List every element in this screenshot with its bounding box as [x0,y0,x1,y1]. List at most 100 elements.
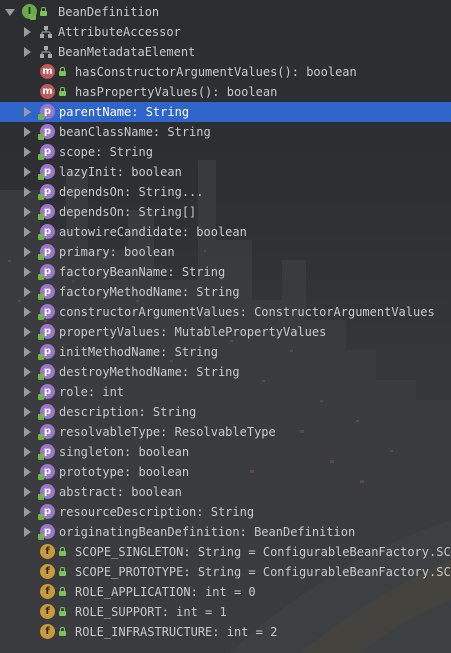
tree-item-property[interactable]: p autowireCandidate: boolean [0,222,451,242]
tree-item-field[interactable]: f ROLE_INFRASTRUCTURE: int = 2 [0,622,451,642]
tree-item-label: originatingBeanDefinition: BeanDefinitio… [59,525,356,539]
tree-item-label: hasConstructorArgumentValues(): boolean [75,65,357,79]
accessor-marker-icon [38,254,44,260]
tree-item-label: primary: boolean [59,245,175,259]
tree-item-property[interactable]: p constructorArgumentValues: ConstructorA… [0,302,451,322]
tree-item-property[interactable]: p originatingBeanDefinition: BeanDefiniti… [0,522,451,542]
tree-item-field[interactable]: f SCOPE_PROTOTYPE: String = ConfigurableB… [0,562,451,582]
public-visibility-icon [59,67,66,76]
expand-arrow-icon[interactable] [24,327,31,337]
tree-item-label: description: String [59,405,197,419]
tree-item-property[interactable]: p factoryMethodName: String [0,282,451,302]
method-icon: m [40,64,55,79]
tree-item-property[interactable]: p description: String [0,402,451,422]
expand-arrow-icon[interactable] [24,427,31,437]
tree-item-property[interactable]: p role: int [0,382,451,402]
expand-arrow-icon[interactable] [24,187,31,197]
tree-item-label: BeanDefinition [58,5,160,19]
tree-item-property[interactable]: p dependsOn: String... [0,182,451,202]
field-icon: f [40,584,55,599]
expand-arrow-icon[interactable] [24,367,31,377]
accessor-marker-icon [38,234,44,240]
tree-item-method[interactable]: m hasConstructorArgumentValues(): boolea… [0,62,451,82]
public-visibility-icon [59,87,66,96]
tree-item-label: resolvableType: ResolvableType [59,425,276,439]
public-visibility-icon [40,7,47,16]
tree-item-label: factoryMethodName: String [59,285,240,299]
tree-item-property[interactable]: p dependsOn: String[] [0,202,451,222]
tree-item-label: ROLE_APPLICATION: int = 0 [75,585,256,599]
tree-item-property[interactable]: p resolvableType: ResolvableType [0,422,451,442]
tree-item-property[interactable]: p lazyInit: boolean [0,162,451,182]
accessor-marker-icon [38,474,44,480]
expand-arrow-icon[interactable] [24,527,31,537]
tree-item-property[interactable]: p resourceDescription: String [0,502,451,522]
accessor-marker-icon [38,354,44,360]
expand-arrow-icon[interactable] [24,27,31,37]
expand-arrow-icon[interactable] [24,227,31,237]
expand-arrow-icon[interactable] [24,387,31,397]
tree-item-supertype[interactable]: BeanMetadataElement [0,42,451,62]
tree-item-property[interactable]: p scope: String [0,142,451,162]
tree-item-supertype[interactable]: AttributeAccessor [0,22,451,42]
expand-arrow-icon[interactable] [24,167,31,177]
tree-item-label: AttributeAccessor [58,25,181,39]
public-visibility-icon [59,607,66,616]
tree-item-label: singleton: boolean [59,445,190,459]
tree-item-label: factoryBeanName: String [59,265,226,279]
public-visibility-icon [59,587,66,596]
expand-arrow-icon[interactable] [24,147,31,157]
tree-item-property[interactable]: p propertyValues: MutablePropertyValues [0,322,451,342]
tree-item-property[interactable]: p factoryBeanName: String [0,262,451,282]
tree-item-property[interactable]: p abstract: boolean [0,482,451,502]
expand-arrow-icon[interactable] [24,507,31,517]
accessor-marker-icon [38,134,44,140]
tree-item-field[interactable]: f ROLE_SUPPORT: int = 1 [0,602,451,622]
tree-item-property[interactable]: p parentName: String [0,102,451,122]
field-icon: f [40,624,55,639]
tree-item-field[interactable]: f SCOPE_SINGLETON: String = ConfigurableB… [0,542,451,562]
expand-arrow-icon[interactable] [24,107,31,117]
accessor-marker-icon [38,534,44,540]
accessor-marker-icon [38,434,44,440]
expand-arrow-icon[interactable] [24,267,31,277]
tree-item-label: destroyMethodName: String [59,365,240,379]
expand-arrow-icon[interactable] [24,247,31,257]
tree-item-property[interactable]: p initMethodName: String [0,342,451,362]
tree-root-row[interactable]: I BeanDefinition [0,2,451,22]
accessor-marker-icon [38,394,44,400]
expand-arrow-icon[interactable] [24,487,31,497]
expand-arrow-icon[interactable] [24,287,31,297]
tree-item-property[interactable]: p beanClassName: String [0,122,451,142]
tree-item-property[interactable]: p primary: boolean [0,242,451,262]
expand-arrow-icon[interactable] [24,467,31,477]
expand-arrow-icon[interactable] [24,307,31,317]
expand-arrow-icon[interactable] [24,207,31,217]
expand-arrow-icon[interactable] [24,407,31,417]
tree-item-method[interactable]: m hasPropertyValues(): boolean [0,82,451,102]
tree-item-label: autowireCandidate: boolean [59,225,247,239]
accessor-marker-icon [38,114,44,120]
expand-arrow-icon[interactable] [24,347,31,357]
tree-item-label: parentName: String [59,105,190,119]
tree-item-label: dependsOn: String... [59,185,204,199]
tree-item-property[interactable]: p singleton: boolean [0,442,451,462]
accessor-marker-icon [38,174,44,180]
field-icon: f [40,544,55,559]
expand-arrow-icon[interactable] [24,127,31,137]
accessor-marker-icon [38,314,44,320]
expand-arrow-icon[interactable] [24,447,31,457]
accessor-marker-icon [38,214,44,220]
static-marker-icon [30,14,36,20]
tree-item-property[interactable]: p prototype: boolean [0,462,451,482]
structure-tree: I BeanDefinition AttributeAccessor BeanM… [0,2,451,642]
accessor-marker-icon [38,334,44,340]
tree-item-field[interactable]: f ROLE_APPLICATION: int = 0 [0,582,451,602]
accessor-marker-icon [38,374,44,380]
collapse-arrow-icon[interactable] [5,9,15,16]
accessor-marker-icon [38,294,44,300]
expand-arrow-icon[interactable] [24,47,31,57]
field-icon: f [40,564,55,579]
tree-item-property[interactable]: p destroyMethodName: String [0,362,451,382]
tree-item-label: role: int [59,385,125,399]
